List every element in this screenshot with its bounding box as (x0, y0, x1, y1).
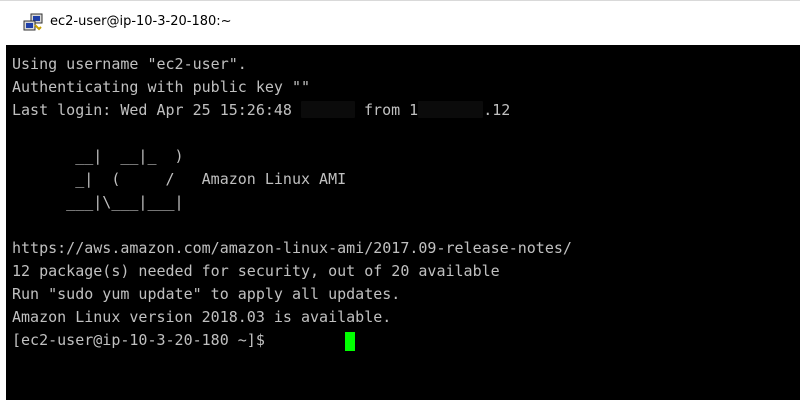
window-title: ec2-user@ip-10-3-20-180:~ (50, 14, 232, 29)
ascii-art-line-2: _| ( / Amazon Linux AMI (12, 170, 347, 188)
terminal-line-update-hint: Run "sudo yum update" to apply all updat… (12, 285, 401, 303)
redacted-block (418, 101, 484, 118)
terminal-line-2: Authenticating with public key "" (12, 78, 311, 96)
terminal-line-packages: 12 package(s) needed for security, out o… (12, 262, 500, 280)
terminal-cursor (345, 332, 355, 351)
from-text: from 1 (354, 101, 419, 119)
terminal-line-3: Last login: Wed Apr 25 15:26:48 from 1 .1… (12, 99, 510, 122)
ascii-art-line-1: __| __|_ ) (12, 147, 184, 165)
ascii-art-line-3: ___|\___|___| (12, 193, 184, 211)
terminal-line-release-notes: https://aws.amazon.com/amazon-linux-ami/… (12, 239, 572, 257)
shell-prompt: [ec2-user@ip-10-3-20-180 ~]$ (12, 331, 274, 349)
terminal-area[interactable]: Using username "ec2-user". Authenticatin… (6, 45, 800, 400)
ip-suffix-text: .12 (483, 101, 511, 119)
terminal-line-1: Using username "ec2-user". (12, 55, 247, 73)
title-bar[interactable]: ec2-user@ip-10-3-20-180:~ (0, 0, 800, 45)
redacted-block (300, 101, 355, 118)
last-login-text: Last login: Wed Apr 25 15:26:48 (12, 101, 301, 119)
terminal-line-version: Amazon Linux version 2018.03 is availabl… (12, 308, 392, 326)
terminal-window: ec2-user@ip-10-3-20-180:~ Using username… (0, 0, 800, 400)
putty-icon (22, 12, 44, 34)
